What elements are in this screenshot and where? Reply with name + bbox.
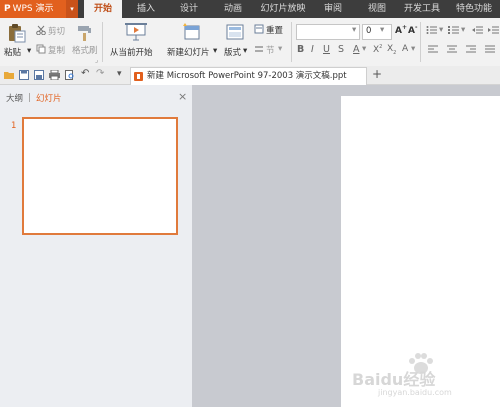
ribbon — [0, 18, 500, 67]
italic-icon[interactable]: I — [311, 44, 314, 55]
increase-indent-icon[interactable] — [488, 25, 500, 35]
open-folder-icon[interactable] — [4, 70, 14, 80]
chevron-down-icon[interactable]: ▾ — [27, 46, 31, 56]
baidu-watermark: Baidu经验 jingyan.baidu.com — [352, 352, 492, 398]
app-menu-button[interactable]: P WPS 演示 — [0, 0, 66, 18]
reset-button[interactable]: 重置 — [266, 24, 283, 36]
close-panel-button[interactable]: × — [178, 90, 187, 103]
print-icon[interactable] — [49, 70, 60, 80]
chevron-down-icon[interactable]: ▾ — [243, 46, 247, 56]
font-size-value: 0 — [366, 26, 372, 36]
tab-animation[interactable]: 动画 — [216, 0, 250, 18]
redo-icon[interactable]: ↷ — [96, 68, 104, 79]
document-title: 新建 Microsoft PowerPoint 97-2003 演示文稿.ppt — [147, 71, 347, 81]
tab-developer[interactable]: 开发工具 — [400, 0, 444, 18]
decrease-indent-icon[interactable] — [472, 25, 484, 35]
justify-icon[interactable] — [485, 45, 495, 54]
tab-home[interactable]: 开始 — [84, 0, 122, 18]
tab-outline[interactable]: 大纲 — [6, 92, 23, 104]
underline-icon[interactable]: U — [323, 44, 330, 55]
copy-button[interactable]: 复制 — [48, 44, 65, 56]
chevron-down-icon[interactable]: ▾ — [411, 44, 415, 54]
align-center-icon[interactable] — [447, 45, 457, 54]
shadow-icon[interactable]: S — [338, 44, 344, 55]
reset-icon[interactable] — [254, 24, 264, 34]
tab-slides[interactable]: 幻灯片 — [36, 92, 62, 104]
section-icon[interactable] — [254, 44, 264, 54]
layout-button[interactable]: 版式 — [224, 46, 241, 58]
chevron-down-icon[interactable]: ▾ — [380, 25, 384, 35]
format-painter-icon[interactable] — [76, 24, 94, 42]
slideshow-from-current-icon[interactable] — [125, 22, 147, 42]
slide-thumbnail[interactable] — [22, 117, 178, 235]
save-icon[interactable] — [19, 70, 29, 80]
bullet-list-icon[interactable] — [426, 25, 438, 35]
bold-icon[interactable]: B — [297, 44, 304, 55]
print-preview-icon[interactable] — [65, 70, 75, 80]
chevron-down-icon[interactable]: ▾ — [213, 46, 217, 56]
new-slide-icon[interactable] — [182, 22, 202, 42]
copy-icon[interactable] — [36, 44, 46, 54]
expand-icon[interactable]: ⌟ — [95, 56, 98, 64]
tab-divider — [29, 93, 30, 102]
ribbon-separator — [291, 22, 292, 62]
tab-slideshow[interactable]: 幻灯片放映 — [258, 0, 308, 18]
app-brand-label: WPS 演示 — [12, 4, 54, 14]
superscript-icon[interactable]: X2 — [373, 44, 382, 55]
paste-icon[interactable] — [6, 22, 28, 44]
chevron-down-icon[interactable]: ▾ — [66, 0, 78, 18]
numbered-list-icon[interactable] — [448, 25, 460, 35]
new-tab-button[interactable]: + — [372, 67, 382, 81]
customize-toolbar-icon[interactable]: ▾ — [117, 69, 122, 79]
ribbon-separator — [102, 22, 103, 62]
watermark-url: jingyan.baidu.com — [378, 388, 452, 397]
wps-logo-icon: P — [4, 4, 11, 14]
chevron-down-icon[interactable]: ▾ — [352, 25, 356, 35]
save-as-icon[interactable] — [34, 70, 44, 80]
ppt-file-icon — [134, 72, 143, 81]
paste-button[interactable]: 粘贴 — [4, 46, 21, 58]
slide-number: 1 — [11, 121, 17, 131]
font-color-icon[interactable]: A — [353, 44, 360, 55]
tab-view[interactable]: 视图 — [360, 0, 394, 18]
chevron-down-icon[interactable]: ▾ — [461, 25, 465, 35]
ribbon-separator — [420, 22, 421, 62]
shrink-font-icon[interactable]: A- — [408, 24, 417, 36]
chevron-down-icon[interactable]: ▾ — [439, 25, 443, 35]
align-left-icon[interactable] — [428, 45, 438, 54]
tab-features[interactable]: 特色功能 — [450, 0, 498, 18]
new-slide-button[interactable]: 新建幻灯片 — [167, 46, 210, 58]
cut-button[interactable]: 剪切 — [48, 25, 65, 37]
chevron-down-icon[interactable]: ▾ — [362, 44, 366, 54]
tab-insert[interactable]: 插入 — [130, 0, 162, 18]
from-current-button[interactable]: 从当前开始 — [110, 46, 153, 58]
document-tab[interactable]: 新建 Microsoft PowerPoint 97-2003 演示文稿.ppt — [130, 67, 367, 85]
chevron-down-icon[interactable]: ▾ — [278, 44, 282, 54]
font-name-input[interactable] — [296, 24, 360, 40]
format-painter-button[interactable]: 格式刷 — [72, 44, 98, 56]
tab-design[interactable]: 设计 — [172, 0, 206, 18]
subscript-icon[interactable]: X2 — [387, 44, 396, 56]
grow-font-icon[interactable]: A+ — [395, 24, 407, 36]
watermark-text: Baidu经验 — [352, 370, 436, 389]
undo-icon[interactable]: ↶ — [81, 68, 89, 79]
align-right-icon[interactable] — [466, 45, 476, 54]
clear-format-icon[interactable]: A — [402, 44, 408, 54]
cut-icon[interactable] — [36, 25, 46, 35]
section-button[interactable]: 节 — [266, 44, 275, 56]
tab-review[interactable]: 审阅 — [316, 0, 350, 18]
layout-icon[interactable] — [226, 24, 244, 40]
